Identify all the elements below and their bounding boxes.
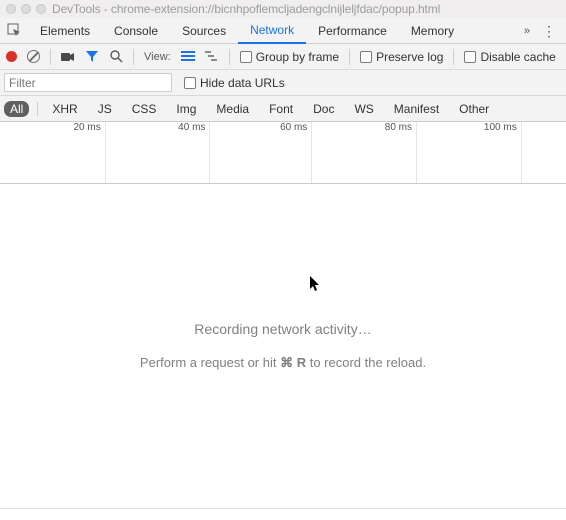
hint-pre: Perform a request or hit [140, 355, 280, 370]
hint-message: Perform a request or hit ⌘ R to record t… [140, 355, 426, 371]
separator [349, 49, 350, 65]
filter-icon[interactable] [85, 51, 99, 62]
tab-network[interactable]: Network [238, 18, 306, 44]
type-css[interactable]: CSS [126, 101, 163, 117]
type-font[interactable]: Font [263, 101, 299, 117]
bottom-separator [0, 508, 566, 509]
type-doc[interactable]: Doc [307, 101, 340, 117]
search-icon[interactable] [109, 50, 123, 63]
timeline-tick: 40 ms [178, 122, 209, 133]
type-manifest[interactable]: Manifest [388, 101, 445, 117]
hint-post: to record the reload. [306, 355, 426, 370]
close-dot[interactable] [6, 4, 16, 14]
type-all[interactable]: All [4, 101, 29, 117]
separator [37, 102, 38, 116]
filter-bar: Hide data URLs [0, 70, 566, 96]
type-ws[interactable]: WS [348, 101, 379, 117]
preserve-log-checkbox[interactable]: Preserve log [360, 50, 443, 64]
cursor-icon [310, 276, 322, 292]
separator [133, 49, 134, 65]
type-js[interactable]: JS [92, 101, 118, 117]
timeline-tick: 20 ms [73, 122, 104, 133]
hint-shortcut: ⌘ R [280, 355, 306, 370]
hide-data-urls-checkbox[interactable]: Hide data URLs [184, 76, 285, 90]
minimize-dot[interactable] [21, 4, 31, 14]
tab-memory[interactable]: Memory [399, 18, 466, 44]
checkbox-icon [240, 51, 252, 63]
tab-sources[interactable]: Sources [170, 18, 238, 44]
window-titlebar: DevTools - chrome-extension://bicnhpofle… [0, 0, 566, 18]
group-by-frame-label: Group by frame [256, 50, 339, 64]
zoom-dot[interactable] [36, 4, 46, 14]
checkbox-icon [184, 77, 196, 89]
recording-message: Recording network activity… [194, 321, 371, 337]
window-title: DevTools - chrome-extension://bicnhpofle… [52, 2, 440, 16]
checkbox-icon [360, 51, 372, 63]
resource-type-bar: All XHR JS CSS Img Media Font Doc WS Man… [0, 96, 566, 122]
timeline-overview[interactable]: 20 ms 40 ms 60 ms 80 ms 100 ms [0, 122, 566, 184]
separator [229, 49, 230, 65]
clear-button[interactable] [27, 50, 40, 63]
preserve-log-label: Preserve log [376, 50, 443, 64]
inspect-icon[interactable] [0, 23, 28, 38]
tabbar-overflow: » ⋮ [514, 25, 566, 37]
view-label: View: [144, 51, 171, 63]
checkbox-icon [464, 51, 476, 63]
type-img[interactable]: Img [170, 101, 202, 117]
timeline-tick: 60 ms [280, 122, 311, 133]
large-rows-icon[interactable] [181, 51, 195, 62]
devtools-tabbar: Elements Console Sources Network Perform… [0, 18, 566, 44]
filter-input[interactable] [4, 73, 172, 92]
panel-tabs: Elements Console Sources Network Perform… [28, 18, 514, 44]
chevron-right-icon[interactable]: » [524, 25, 530, 37]
tab-console[interactable]: Console [102, 18, 170, 44]
type-xhr[interactable]: XHR [46, 101, 83, 117]
network-log-empty: Recording network activity… Perform a re… [0, 184, 566, 508]
type-media[interactable]: Media [210, 101, 255, 117]
separator [50, 49, 51, 65]
tab-performance[interactable]: Performance [306, 18, 399, 44]
disable-cache-label: Disable cache [480, 50, 555, 64]
separator [453, 49, 454, 65]
tab-elements[interactable]: Elements [28, 18, 102, 44]
disable-cache-checkbox[interactable]: Disable cache [464, 50, 555, 64]
camera-icon[interactable] [61, 52, 75, 62]
waterfall-icon[interactable] [205, 51, 219, 62]
group-by-frame-checkbox[interactable]: Group by frame [240, 50, 339, 64]
hide-data-urls-label: Hide data URLs [200, 76, 285, 90]
record-button[interactable] [6, 51, 17, 62]
network-toolbar: View: Group by frame Preserve log Disabl… [0, 44, 566, 70]
timeline-tick: 80 ms [385, 122, 416, 133]
traffic-lights [6, 4, 46, 14]
timeline-tick: 100 ms [484, 122, 521, 133]
type-other[interactable]: Other [453, 101, 495, 117]
